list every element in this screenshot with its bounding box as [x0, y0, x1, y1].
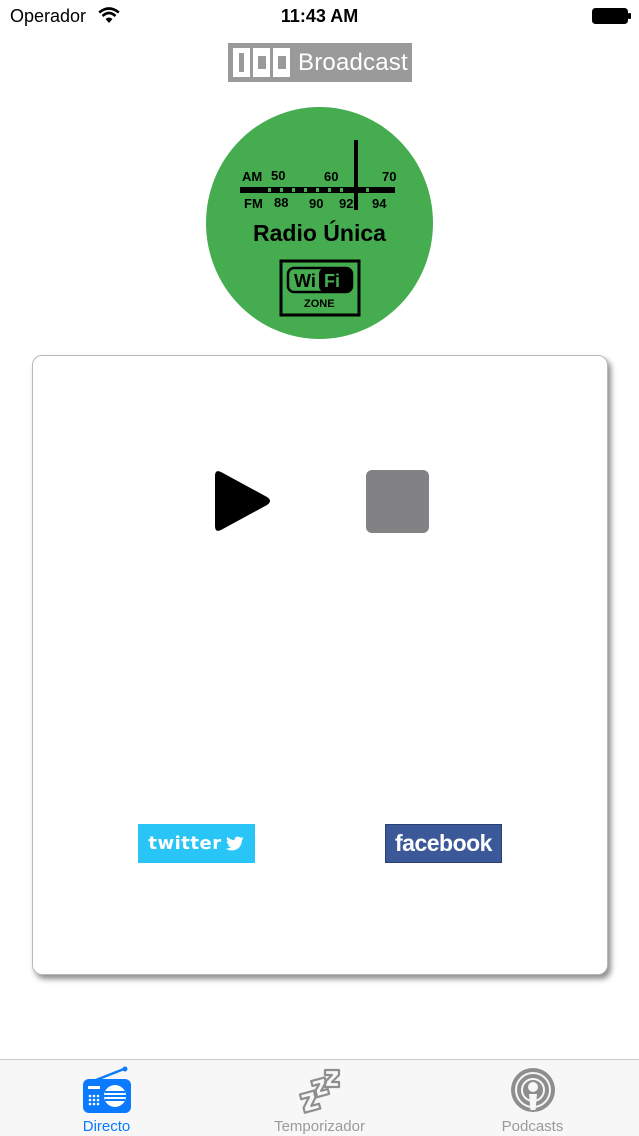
tab-label-directo: Directo	[82, 1118, 131, 1135]
tab-label-podcasts: Podcasts	[501, 1118, 564, 1135]
status-bar: Operador 11:43 AM	[0, 0, 639, 34]
twitter-label: twitter	[148, 833, 222, 854]
svg-text:50: 50	[271, 168, 285, 183]
icc-logo-mark	[233, 48, 290, 77]
twitter-bird-icon	[225, 836, 244, 850]
facebook-button[interactable]: facebook	[385, 824, 502, 863]
broadcast-logo: Broadcast	[228, 43, 412, 82]
tab-bar: Directo Temporizador Podcasts	[0, 1059, 639, 1136]
svg-text:AM: AM	[242, 169, 262, 184]
svg-text:Wi: Wi	[294, 271, 316, 291]
clock: 11:43 AM	[280, 6, 359, 26]
tab-temporizador[interactable]: Temporizador	[213, 1060, 426, 1136]
podcast-icon	[510, 1068, 555, 1112]
brand-name: Broadcast	[298, 48, 408, 76]
svg-text:88: 88	[274, 195, 288, 210]
svg-text:94: 94	[372, 196, 387, 211]
stop-button[interactable]	[366, 470, 429, 533]
player-card: twitter facebook	[32, 355, 608, 975]
svg-text:90: 90	[309, 196, 323, 211]
svg-text:70: 70	[382, 169, 396, 184]
svg-text:ZONE: ZONE	[304, 298, 335, 310]
svg-text:Fi: Fi	[324, 271, 340, 291]
tab-directo[interactable]: Directo	[0, 1060, 213, 1136]
battery-icon	[592, 8, 631, 24]
radio-station-name: Radio Única	[253, 220, 386, 246]
play-button[interactable]	[213, 468, 273, 534]
radio-station-logo: AM 50 60 70 FM 88 90 92 94 Wi Fi ZONE Ra…	[206, 107, 433, 339]
tab-podcasts[interactable]: Podcasts	[426, 1060, 639, 1136]
svg-text:FM: FM	[244, 196, 263, 211]
facebook-label: facebook	[395, 830, 492, 856]
radio-icon	[82, 1066, 131, 1113]
svg-text:92: 92	[339, 196, 353, 211]
sleep-zzz-icon	[298, 1068, 340, 1114]
twitter-button[interactable]: twitter	[138, 824, 255, 863]
tab-label-temporizador: Temporizador	[274, 1118, 365, 1135]
svg-text:60: 60	[324, 169, 338, 184]
